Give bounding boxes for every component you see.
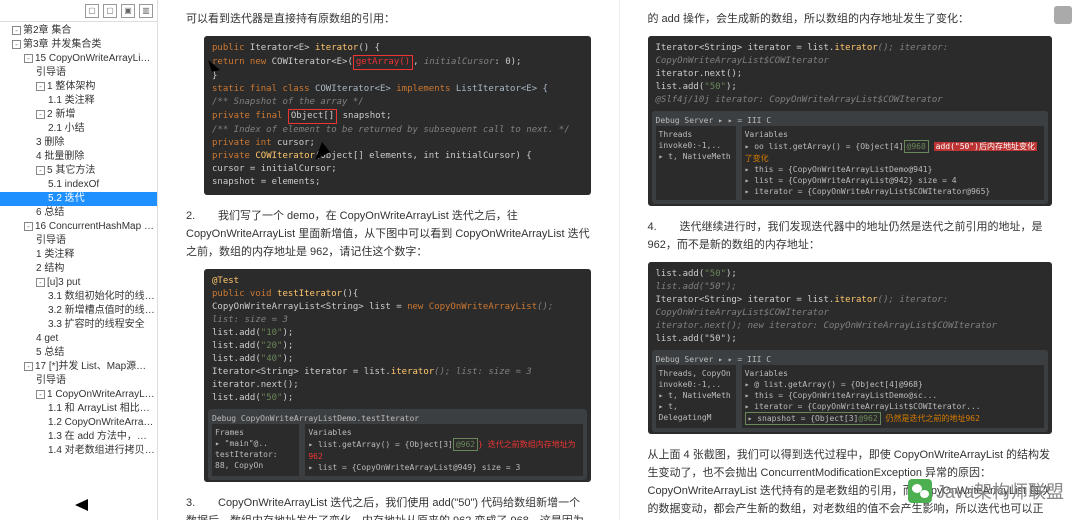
outline-item[interactable]: 5.2 迭代 (0, 192, 157, 206)
watermark: Java架构师联盟 (908, 478, 1064, 504)
outline-item[interactable]: -2 新增 (0, 108, 157, 122)
outline-item[interactable]: -第2章 集合 (0, 24, 157, 38)
paragraph: 可以看到迭代器是直接持有原数组的引用： (186, 10, 591, 28)
outline-item[interactable]: 1 类注释 (0, 248, 157, 262)
outline-item[interactable]: 引导语 (0, 374, 157, 388)
outline-item[interactable]: 引导语 (0, 66, 157, 80)
sidebar-toolbar: ▢ ▢ ▣ ▥ (0, 0, 157, 22)
outline-item[interactable]: 引导语 (0, 234, 157, 248)
outline-tree: -第2章 集合-第3章 并发集合类-15 CopyOnWriteArrayLis… (0, 22, 157, 460)
outline-item[interactable]: -15 CopyOnWriteArrayList 源码解析和设计思路 (0, 52, 157, 66)
watermark-text: Java架构师联盟 (936, 478, 1064, 504)
outline-item[interactable]: 2.1 小结 (0, 122, 157, 136)
outline-item[interactable]: 2 结构 (0, 262, 157, 276)
tool-icon-4[interactable]: ▥ (139, 4, 153, 18)
outline-item[interactable]: -第3章 并发集合类 (0, 38, 157, 52)
outline-item[interactable]: -17 [*]并发 List、Map源码面试题 (0, 360, 157, 374)
outline-item[interactable]: 3 删除 (0, 136, 157, 150)
content-area: 可以看到迭代器是直接持有原数组的引用： public Iterator<E> i… (158, 0, 1080, 520)
code-block-3: Iterator<String> iterator = list.iterato… (648, 36, 1053, 206)
list-item-4: 4.迭代继续进行时，我们发现迭代器中的地址仍然是迭代之前引用的地址，是 962，… (648, 218, 1053, 254)
code-block-demo: @Test public void testIterator(){ CopyOn… (204, 269, 591, 482)
outline-item[interactable]: 1.2 CopyOnWriteArrayList 通过哪些手段实现了线程安全？ (0, 416, 157, 430)
outline-sidebar: ▢ ▢ ▣ ▥ -第2章 集合-第3章 并发集合类-15 CopyOnWrite… (0, 0, 158, 520)
outline-item[interactable]: -1 整体架构 (0, 80, 157, 94)
tool-icon-1[interactable]: ▢ (85, 4, 99, 18)
outline-item[interactable]: 3.3 扩容时的线程安全 (0, 318, 157, 332)
outline-item[interactable]: 5 总结 (0, 346, 157, 360)
outline-item[interactable]: -1 CopyOnWriteArrayList 相关 (0, 388, 157, 402)
outline-item[interactable]: -[u]3 put (0, 276, 157, 290)
outline-item[interactable]: 1.1 类注释 (0, 94, 157, 108)
list-item-2: 2.我们写了一个 demo，在 CopyOnWriteArrayList 迭代之… (186, 207, 591, 261)
tool-icon-2[interactable]: ▢ (103, 4, 117, 18)
outline-item[interactable]: 3.1 数组初始化时的线程安全 (0, 290, 157, 304)
outline-item[interactable]: 3.2 新增槽点值时的线程安全 (0, 304, 157, 318)
outline-item[interactable]: 1.1 和 ArrayList 相比有哪些相同点和不同点？ (0, 402, 157, 416)
outline-item[interactable]: 1.4 对老数组进行拷贝，会有性 (0, 444, 157, 458)
wechat-icon (908, 479, 932, 503)
paragraph: 的 add 操作，会生成新的数组，所以数组的内存地址发生了变化： (648, 10, 1053, 28)
code-block-4: list.add("50"); list.add("50"); Iterator… (648, 262, 1053, 434)
outline-item[interactable]: -5 其它方法 (0, 164, 157, 178)
outline-item[interactable]: 5.1 indexOf (0, 178, 157, 192)
outline-item[interactable]: 1.3 在 add 方法中，对数组进行加锁后，不是已经是线程安全了么，为什么还需… (0, 430, 157, 444)
left-column: 可以看到迭代器是直接持有原数组的引用： public Iterator<E> i… (158, 0, 620, 520)
right-column: 的 add 操作，会生成新的数组，所以数组的内存地址发生了变化： Iterato… (620, 0, 1080, 520)
outline-item[interactable]: -16 ConcurrentHashMap 源码解析和设计思路 (0, 220, 157, 234)
code-block-iterator: public Iterator<E> iterator() { return n… (204, 36, 591, 195)
list-item-3: 3.CopyOnWriteArrayList 迭代之后，我们使用 add("50… (186, 494, 591, 520)
outline-item[interactable]: 6 总结 (0, 206, 157, 220)
outline-item[interactable]: 4 get (0, 332, 157, 346)
outline-item[interactable]: 4 批量删除 (0, 150, 157, 164)
tool-icon-3[interactable]: ▣ (121, 4, 135, 18)
